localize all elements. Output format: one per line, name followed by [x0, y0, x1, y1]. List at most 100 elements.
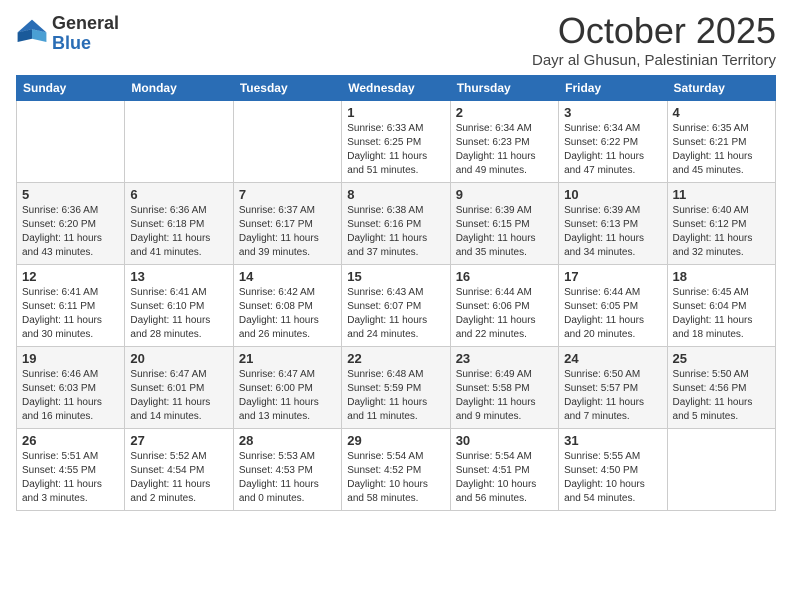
calendar-cell: 9 Sunrise: 6:39 AM Sunset: 6:15 PM Daylig… [450, 183, 558, 265]
calendar-cell: 14 Sunrise: 6:42 AM Sunset: 6:08 PM Dayli… [233, 265, 341, 347]
weekday-header-friday: Friday [559, 76, 667, 101]
day-number: 15 [347, 269, 444, 284]
calendar-cell: 31Sunrise: 5:55 AM Sunset: 4:50 PM Dayli… [559, 429, 667, 511]
calendar-cell [17, 101, 125, 183]
day-info: Sunrise: 5:52 AM Sunset: 4:54 PM Dayligh… [130, 450, 227, 506]
calendar-cell: 3Sunrise: 6:34 AM Sunset: 6:22 PM Daylig… [559, 101, 667, 183]
weekday-header-tuesday: Tuesday [233, 76, 341, 101]
day-info: Sunrise: 5:54 AM Sunset: 4:52 PM Dayligh… [347, 450, 444, 506]
day-info: Sunrise: 6:34 AM Sunset: 6:22 PM Dayligh… [564, 122, 661, 178]
day-info: Sunrise: 5:51 AM Sunset: 4:55 PM Dayligh… [22, 450, 119, 506]
day-info: Sunrise: 6:44 AM Sunset: 6:05 PM Dayligh… [564, 286, 661, 342]
day-number: 31 [564, 433, 661, 448]
calendar-cell: 30 Sunrise: 5:54 AM Sunset: 4:51 PM Dayli… [450, 429, 558, 511]
day-number: 23 [456, 351, 553, 366]
day-info: Sunrise: 5:53 AM Sunset: 4:53 PM Dayligh… [239, 450, 336, 506]
calendar-cell [125, 101, 233, 183]
calendar-cell: 20 Sunrise: 6:47 AM Sunset: 6:01 PM Dayli… [125, 347, 233, 429]
weekday-header-wednesday: Wednesday [342, 76, 450, 101]
calendar-cell: 18 Sunrise: 6:45 AM Sunset: 6:04 PM Dayli… [667, 265, 775, 347]
calendar-cell: 16 Sunrise: 6:44 AM Sunset: 6:06 PM Dayli… [450, 265, 558, 347]
day-info: Sunrise: 6:46 AM Sunset: 6:03 PM Dayligh… [22, 368, 119, 424]
calendar-cell [667, 429, 775, 511]
calendar-cell: 22Sunrise: 6:48 AM Sunset: 5:59 PM Dayli… [342, 347, 450, 429]
day-info: Sunrise: 6:37 AM Sunset: 6:17 PM Dayligh… [239, 204, 336, 260]
day-number: 4 [673, 105, 770, 120]
day-number: 30 [456, 433, 553, 448]
calendar-cell: 2 Sunrise: 6:34 AM Sunset: 6:23 PM Daylig… [450, 101, 558, 183]
day-number: 10 [564, 187, 661, 202]
calendar-cell: 27 Sunrise: 5:52 AM Sunset: 4:54 PM Dayli… [125, 429, 233, 511]
day-number: 26 [22, 433, 119, 448]
day-info: Sunrise: 6:44 AM Sunset: 6:06 PM Dayligh… [456, 286, 553, 342]
day-number: 9 [456, 187, 553, 202]
day-number: 12 [22, 269, 119, 284]
logo-text: General Blue [52, 14, 119, 54]
day-number: 29 [347, 433, 444, 448]
calendar-cell: 4 Sunrise: 6:35 AM Sunset: 6:21 PM Daylig… [667, 101, 775, 183]
day-info: Sunrise: 6:40 AM Sunset: 6:12 PM Dayligh… [673, 204, 770, 260]
page-header: General Blue October 2025 Dayr al Ghusun… [16, 10, 776, 69]
day-info: Sunrise: 6:34 AM Sunset: 6:23 PM Dayligh… [456, 122, 553, 178]
calendar-cell: 21 Sunrise: 6:47 AM Sunset: 6:00 PM Dayli… [233, 347, 341, 429]
day-number: 1 [347, 105, 444, 120]
day-number: 24 [564, 351, 661, 366]
day-number: 14 [239, 269, 336, 284]
day-number: 25 [673, 351, 770, 366]
day-info: Sunrise: 6:42 AM Sunset: 6:08 PM Dayligh… [239, 286, 336, 342]
calendar-week-5: 26 Sunrise: 5:51 AM Sunset: 4:55 PM Dayli… [17, 429, 776, 511]
day-number: 18 [673, 269, 770, 284]
calendar-week-2: 5Sunrise: 6:36 AM Sunset: 6:20 PM Daylig… [17, 183, 776, 265]
day-info: Sunrise: 5:54 AM Sunset: 4:51 PM Dayligh… [456, 450, 553, 506]
calendar-cell: 10Sunrise: 6:39 AM Sunset: 6:13 PM Dayli… [559, 183, 667, 265]
day-info: Sunrise: 6:49 AM Sunset: 5:58 PM Dayligh… [456, 368, 553, 424]
day-info: Sunrise: 6:45 AM Sunset: 6:04 PM Dayligh… [673, 286, 770, 342]
calendar-cell [233, 101, 341, 183]
day-number: 11 [673, 187, 770, 202]
calendar-cell: 5Sunrise: 6:36 AM Sunset: 6:20 PM Daylig… [17, 183, 125, 265]
day-info: Sunrise: 6:33 AM Sunset: 6:25 PM Dayligh… [347, 122, 444, 178]
logo-general-text: General [52, 14, 119, 34]
calendar-cell: 24Sunrise: 6:50 AM Sunset: 5:57 PM Dayli… [559, 347, 667, 429]
calendar-cell: 1 Sunrise: 6:33 AM Sunset: 6:25 PM Daylig… [342, 101, 450, 183]
day-info: Sunrise: 5:50 AM Sunset: 4:56 PM Dayligh… [673, 368, 770, 424]
day-info: Sunrise: 6:48 AM Sunset: 5:59 PM Dayligh… [347, 368, 444, 424]
day-number: 6 [130, 187, 227, 202]
location-subtitle: Dayr al Ghusun, Palestinian Territory [532, 52, 776, 69]
calendar-cell: 28 Sunrise: 5:53 AM Sunset: 4:53 PM Dayli… [233, 429, 341, 511]
day-info: Sunrise: 6:47 AM Sunset: 6:01 PM Dayligh… [130, 368, 227, 424]
calendar-cell: 8Sunrise: 6:38 AM Sunset: 6:16 PM Daylig… [342, 183, 450, 265]
calendar-cell: 6 Sunrise: 6:36 AM Sunset: 6:18 PM Daylig… [125, 183, 233, 265]
day-number: 17 [564, 269, 661, 284]
calendar-cell: 26 Sunrise: 5:51 AM Sunset: 4:55 PM Dayli… [17, 429, 125, 511]
day-number: 8 [347, 187, 444, 202]
weekday-header-thursday: Thursday [450, 76, 558, 101]
day-number: 19 [22, 351, 119, 366]
title-block: October 2025 Dayr al Ghusun, Palestinian… [532, 10, 776, 69]
calendar-table: SundayMondayTuesdayWednesdayThursdayFrid… [16, 75, 776, 511]
calendar-week-1: 1 Sunrise: 6:33 AM Sunset: 6:25 PM Daylig… [17, 101, 776, 183]
day-info: Sunrise: 6:47 AM Sunset: 6:00 PM Dayligh… [239, 368, 336, 424]
calendar-cell: 17 Sunrise: 6:44 AM Sunset: 6:05 PM Dayli… [559, 265, 667, 347]
logo-blue-text: Blue [52, 34, 119, 54]
calendar-week-4: 19 Sunrise: 6:46 AM Sunset: 6:03 PM Dayli… [17, 347, 776, 429]
day-info: Sunrise: 6:35 AM Sunset: 6:21 PM Dayligh… [673, 122, 770, 178]
calendar-cell: 11 Sunrise: 6:40 AM Sunset: 6:12 PM Dayli… [667, 183, 775, 265]
day-info: Sunrise: 6:36 AM Sunset: 6:18 PM Dayligh… [130, 204, 227, 260]
logo: General Blue [16, 14, 119, 54]
day-number: 16 [456, 269, 553, 284]
day-number: 13 [130, 269, 227, 284]
calendar-header-row: SundayMondayTuesdayWednesdayThursdayFrid… [17, 76, 776, 101]
weekday-header-monday: Monday [125, 76, 233, 101]
calendar-cell: 29 Sunrise: 5:54 AM Sunset: 4:52 PM Dayli… [342, 429, 450, 511]
day-info: Sunrise: 6:43 AM Sunset: 6:07 PM Dayligh… [347, 286, 444, 342]
day-number: 20 [130, 351, 227, 366]
day-info: Sunrise: 6:39 AM Sunset: 6:15 PM Dayligh… [456, 204, 553, 260]
day-number: 28 [239, 433, 336, 448]
calendar-cell: 15 Sunrise: 6:43 AM Sunset: 6:07 PM Dayli… [342, 265, 450, 347]
calendar-cell: 25 Sunrise: 5:50 AM Sunset: 4:56 PM Dayli… [667, 347, 775, 429]
day-number: 27 [130, 433, 227, 448]
day-number: 21 [239, 351, 336, 366]
calendar-cell: 12Sunrise: 6:41 AM Sunset: 6:11 PM Dayli… [17, 265, 125, 347]
day-number: 2 [456, 105, 553, 120]
